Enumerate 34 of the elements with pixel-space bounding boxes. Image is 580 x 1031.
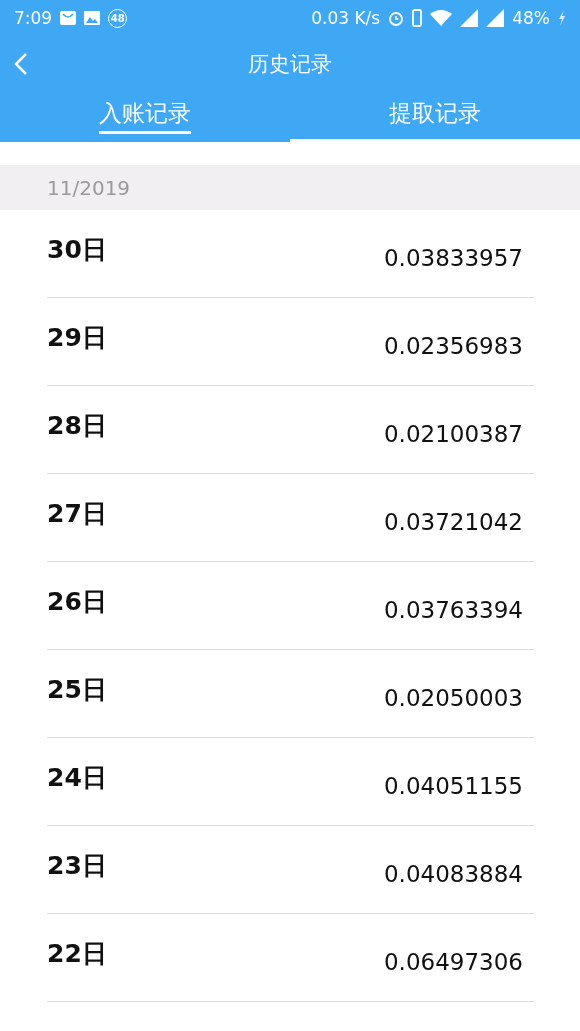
tab[interactable]: 入账记录 bbox=[99, 97, 191, 134]
alarm-icon bbox=[388, 10, 405, 26]
mail-icon bbox=[60, 11, 77, 25]
tab[interactable]: 提取记录 bbox=[389, 97, 481, 134]
day-label: 26日 bbox=[47, 586, 107, 618]
page-title: 历史记录 bbox=[248, 51, 332, 78]
status-time: 7:09 bbox=[14, 8, 53, 28]
amount: 0.02100387 bbox=[384, 420, 523, 447]
day-label: 27日 bbox=[47, 498, 107, 530]
signal-icon bbox=[486, 9, 505, 27]
day-label: 25日 bbox=[47, 674, 107, 706]
battery-level: 48% bbox=[512, 8, 550, 28]
day-label: 30日 bbox=[47, 234, 107, 266]
network-speed: 0.03 K/s bbox=[311, 8, 381, 28]
amount: 0.06497306 bbox=[384, 948, 523, 975]
amount: 0.03763394 bbox=[384, 596, 523, 623]
month-header: 11/2019 bbox=[0, 165, 580, 210]
back-icon[interactable] bbox=[14, 52, 28, 76]
day-label: 23日 bbox=[47, 850, 107, 882]
day-label: 24日 bbox=[47, 762, 107, 794]
amount: 0.03833957 bbox=[384, 244, 523, 271]
image-icon bbox=[84, 11, 101, 25]
day-label: 22日 bbox=[47, 938, 107, 970]
day-label: 28日 bbox=[47, 410, 107, 442]
signal-icon bbox=[460, 9, 479, 27]
amount: 0.04083884 bbox=[384, 860, 523, 887]
amount: 0.02050003 bbox=[384, 684, 523, 711]
amount: 0.02356983 bbox=[384, 332, 523, 359]
amount: 0.04051155 bbox=[384, 772, 523, 799]
wifi-icon bbox=[430, 10, 453, 26]
charging-icon bbox=[558, 10, 566, 26]
amount: 0.03721042 bbox=[384, 508, 523, 535]
phone-icon bbox=[412, 9, 423, 27]
day-label: 29日 bbox=[47, 322, 107, 354]
